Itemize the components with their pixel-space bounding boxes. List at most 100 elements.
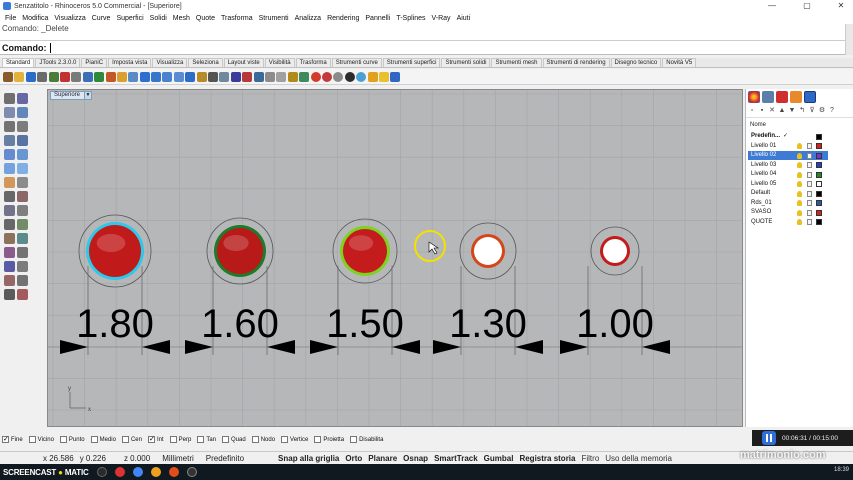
cut-icon[interactable]: [59, 71, 70, 82]
layer-lock-icon[interactable]: [807, 162, 812, 168]
osnap-disabilita[interactable]: Disabilita: [350, 436, 383, 443]
menu-item-visualizza[interactable]: Visualizza: [51, 15, 88, 22]
ungroup-icon[interactable]: [17, 275, 28, 286]
osnap-cen[interactable]: Cen: [121, 436, 142, 443]
zoom-in-icon[interactable]: [139, 71, 150, 82]
rotate-icon[interactable]: [17, 219, 28, 230]
import-icon[interactable]: [48, 71, 59, 82]
close-button[interactable]: ✕: [829, 0, 853, 12]
menu-item-modifica[interactable]: Modifica: [19, 15, 51, 22]
osnap-checkbox[interactable]: [314, 436, 322, 443]
layer-color-swatch[interactable]: [816, 190, 822, 197]
osnap-vertice[interactable]: Vertice: [281, 436, 308, 443]
layer-color-swatch[interactable]: [816, 133, 822, 140]
osnap-perp[interactable]: Perp: [169, 436, 191, 443]
menu-item-analizza[interactable]: Analizza: [292, 15, 324, 22]
viewport-canvas[interactable]: 1.80 1.60 1.50 1.30 1.00 y x: [48, 90, 743, 427]
toolbar-tab-disegno-tecnico[interactable]: Disegno tecnico: [610, 58, 662, 67]
layer-lock-icon[interactable]: [807, 181, 812, 187]
osnap-checkbox[interactable]: [2, 435, 9, 443]
toolbar-tab-visibilit-[interactable]: Visibilità: [264, 58, 295, 67]
curve-icon[interactable]: [17, 135, 28, 146]
planar-toggle[interactable]: Planare: [365, 454, 400, 463]
new-file-icon[interactable]: [3, 71, 13, 82]
sphere-icon[interactable]: [17, 149, 28, 160]
help-icon[interactable]: ?: [828, 107, 836, 115]
osnap-checkbox[interactable]: [28, 436, 36, 443]
hide-icon[interactable]: [264, 71, 275, 82]
circle-fill[interactable]: [603, 239, 627, 263]
rotate-view-icon[interactable]: [128, 71, 139, 82]
zoom-extents-icon[interactable]: [162, 71, 173, 82]
arc-icon[interactable]: [4, 121, 15, 132]
unlock-icon[interactable]: [299, 71, 310, 82]
menu-item-solidi[interactable]: Solidi: [147, 15, 170, 22]
explode-icon[interactable]: [17, 191, 28, 202]
delete-layer-icon[interactable]: ✕: [768, 107, 776, 115]
toolbar-tab-strumenti-curve[interactable]: Strumenti curve: [331, 58, 382, 67]
grid-icon[interactable]: [219, 71, 230, 82]
layer-visibility-bulb-icon[interactable]: [797, 162, 802, 168]
toolbar-tab-strumenti-solidi[interactable]: Strumenti solidi: [441, 58, 491, 67]
layer-lock-icon[interactable]: [807, 152, 812, 159]
osnap-checkbox[interactable]: [222, 436, 229, 443]
start-icon[interactable]: [96, 467, 107, 477]
mirror-icon[interactable]: [17, 233, 28, 244]
pan-hand-icon[interactable]: [116, 71, 127, 82]
toolbar-tab-layout-viste[interactable]: Layout viste: [223, 58, 264, 67]
layer-color-swatch[interactable]: [816, 209, 822, 216]
redo-icon[interactable]: [105, 71, 116, 82]
ortho-toggle[interactable]: Orto: [342, 454, 365, 463]
menu-item-v-ray[interactable]: V-Ray: [429, 15, 454, 22]
zoom-window-icon[interactable]: [151, 71, 162, 82]
split-icon[interactable]: [17, 205, 28, 216]
zoom-all-icon[interactable]: [185, 71, 196, 82]
layer-visibility-bulb-icon[interactable]: [797, 190, 802, 197]
toolbar-tab-standard[interactable]: Standard: [2, 58, 35, 67]
grid-snap-toggle[interactable]: Snap alla griglia: [275, 454, 342, 463]
record-history-toggle[interactable]: Registra storia: [516, 454, 578, 463]
layer-color-swatch[interactable]: [816, 219, 822, 225]
fillet-icon[interactable]: [17, 177, 28, 188]
toolbar-tab-visualizza[interactable]: Visualizza: [152, 58, 188, 67]
paste-icon[interactable]: [82, 71, 93, 82]
osnap-checkbox[interactable]: [59, 436, 67, 443]
osnap-punto[interactable]: Punto: [59, 436, 85, 443]
layer-icon[interactable]: [242, 71, 253, 82]
menu-item-trasforma[interactable]: Trasforma: [218, 15, 256, 22]
menu-item-superfici[interactable]: Superfici: [113, 15, 146, 22]
toolbar-tab-trasforma[interactable]: Trasforma: [295, 58, 331, 67]
layer-visibility-bulb-icon[interactable]: [797, 143, 802, 149]
new-sublayer-icon[interactable]: ▪: [758, 107, 766, 115]
menu-item-strumenti[interactable]: Strumenti: [256, 15, 292, 22]
move-down-icon[interactable]: ▼: [788, 107, 796, 115]
command-history-scrollbar[interactable]: [845, 24, 853, 55]
circle-icon[interactable]: [17, 107, 28, 118]
osnap-checkbox[interactable]: [90, 436, 98, 443]
layer-color-swatch[interactable]: [816, 162, 822, 168]
smarttrack-toggle[interactable]: SmartTrack: [431, 454, 481, 463]
menu-item-aiuti[interactable]: Aiuti: [454, 15, 474, 22]
menu-item-rendering[interactable]: Rendering: [324, 15, 362, 22]
command-line[interactable]: Comando:: [0, 40, 845, 55]
open-icon[interactable]: [14, 71, 25, 82]
polyline-icon[interactable]: [4, 107, 15, 118]
lock-icon[interactable]: [287, 71, 298, 82]
materials-tab-icon[interactable]: [776, 91, 788, 103]
layer-visibility-bulb-icon[interactable]: [797, 152, 802, 159]
osnap-toggle[interactable]: Osnap: [400, 454, 431, 463]
layer-lock-icon[interactable]: [807, 209, 812, 216]
polygon-icon[interactable]: [4, 135, 15, 146]
rendered-icon[interactable]: [344, 71, 355, 82]
osnap-checkbox[interactable]: [350, 436, 358, 443]
minimize-button[interactable]: —: [760, 0, 784, 12]
menu-item-pannelli[interactable]: Pannelli: [362, 15, 393, 22]
layer-color-swatch[interactable]: [816, 181, 822, 187]
osnap-int[interactable]: Int: [147, 435, 164, 443]
layer-color-swatch[interactable]: [816, 200, 822, 206]
firefox-taskbar-icon[interactable]: [168, 467, 179, 477]
layer-color-swatch[interactable]: [816, 171, 822, 178]
viewport-top[interactable]: 1.80 1.60 1.50 1.30 1.00 y x Superiore ▼: [47, 89, 743, 427]
join-icon[interactable]: [4, 191, 15, 202]
toolbar-tab-seleziona[interactable]: Seleziona: [188, 58, 223, 67]
